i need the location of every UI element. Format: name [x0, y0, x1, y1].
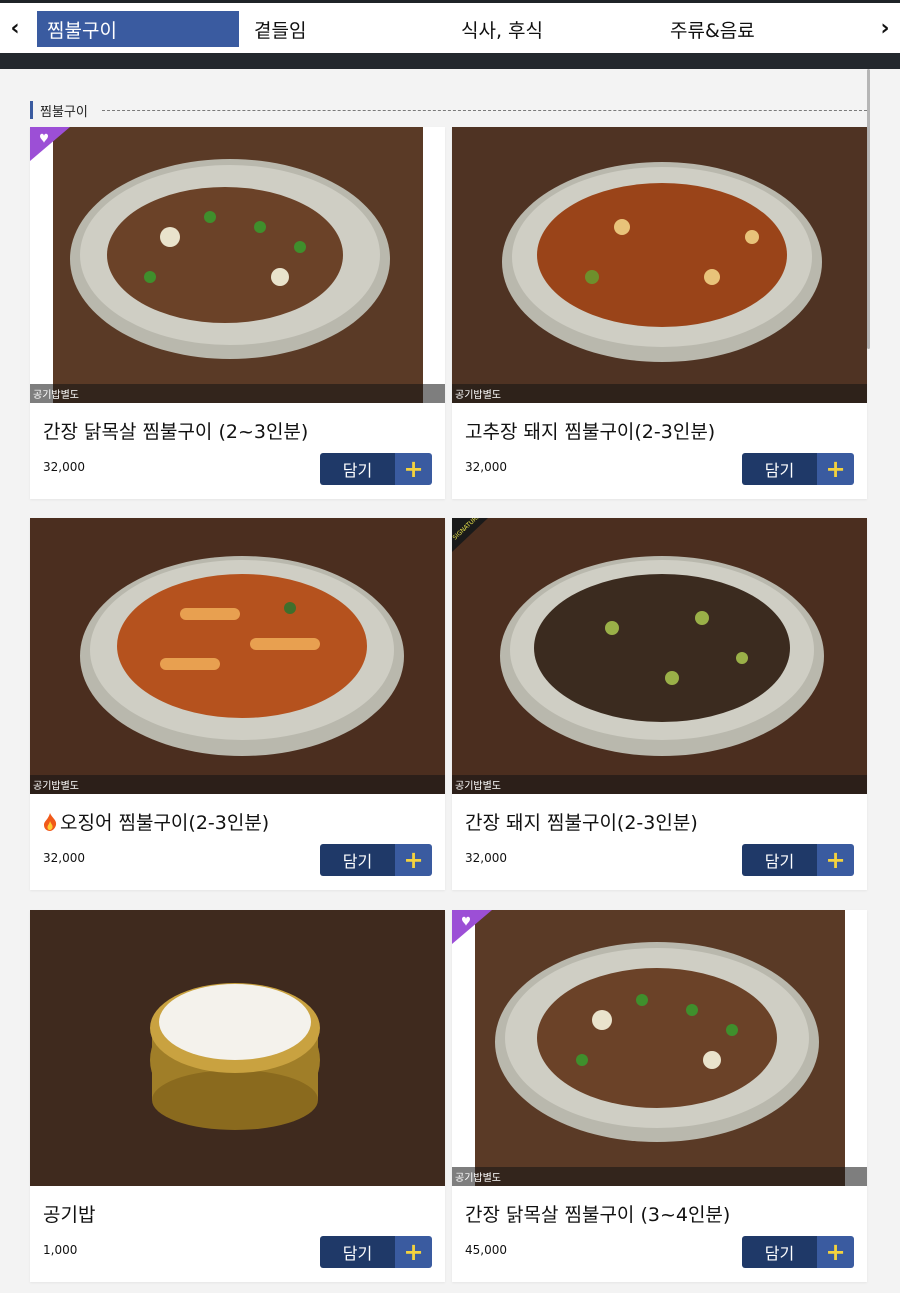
product-photo[interactable]: 공기밥별도	[452, 910, 867, 1186]
product-card[interactable]: 공기밥별도 고추장 돼지 찜불구이(2-3인분) 32,000 담기 +	[452, 127, 867, 499]
chevron-left-icon[interactable]: ‹	[0, 3, 30, 53]
heart-badge-icon	[30, 127, 70, 161]
product-card[interactable]: 공기밥별도 간장 닭목살 찜불구이 (2~3인분) 32,000 담기 +	[30, 127, 445, 499]
product-price: 32,000	[43, 460, 85, 474]
product-price: 32,000	[465, 460, 507, 474]
category-nav: ‹ 찜불구이 곁들임 식사, 후식 주류&음료 ›	[0, 3, 900, 53]
nav-divider	[0, 53, 900, 69]
photo-caption: 공기밥별도	[30, 775, 445, 794]
product-price: 1,000	[43, 1243, 78, 1257]
signature-badge: SIGNATURE	[452, 518, 488, 552]
fire-icon	[44, 813, 57, 831]
add-to-cart-button[interactable]: 담기 +	[742, 844, 854, 876]
plus-icon: +	[395, 844, 432, 876]
product-photo[interactable]: 공기밥별도	[30, 127, 445, 403]
photo-caption: 공기밥별도	[452, 1167, 867, 1186]
product-card[interactable]: 공기밥별도 간장 닭목살 찜불구이 (3~4인분) 45,000 담기 +	[452, 910, 867, 1282]
section-header: 찜불구이	[30, 101, 88, 120]
plus-icon: +	[395, 1236, 432, 1268]
product-price: 32,000	[43, 851, 85, 865]
product-name: 간장 닭목살 찜불구이 (2~3인분)	[43, 421, 309, 443]
product-photo[interactable]: 공기밥별도	[452, 127, 867, 403]
add-to-cart-button[interactable]: 담기 +	[320, 453, 432, 485]
product-photo[interactable]: 공기밥별도	[30, 518, 445, 794]
product-name: 고추장 돼지 찜불구이(2-3인분)	[465, 421, 716, 443]
tab-category-4[interactable]: 주류&음료	[670, 11, 755, 47]
add-to-cart-button[interactable]: 담기 +	[742, 1236, 854, 1268]
photo-caption: 공기밥별도	[452, 775, 867, 794]
section-marker	[30, 101, 33, 119]
add-to-cart-button[interactable]: 담기 +	[320, 844, 432, 876]
add-button-label: 담기	[320, 844, 395, 876]
product-name: 간장 닭목살 찜불구이 (3~4인분)	[465, 1204, 731, 1226]
product-price: 45,000	[465, 1243, 507, 1257]
plus-icon: +	[817, 844, 854, 876]
product-card[interactable]: 공기밥 1,000 담기 +	[30, 910, 445, 1282]
section-divider	[102, 110, 867, 111]
add-button-label: 담기	[320, 453, 395, 485]
add-button-label: 담기	[320, 1236, 395, 1268]
photo-caption: 공기밥별도	[30, 384, 445, 403]
add-button-label: 담기	[742, 1236, 817, 1268]
chevron-right-icon[interactable]: ›	[870, 3, 900, 53]
plus-icon: +	[395, 453, 432, 485]
product-name: 오징어 찜불구이(2-3인분)	[43, 808, 269, 835]
product-name: 공기밥	[43, 1204, 96, 1226]
section-title: 찜불구이	[40, 104, 88, 120]
product-price: 32,000	[465, 851, 507, 865]
product-name: 간장 돼지 찜불구이(2-3인분)	[465, 812, 698, 834]
product-name-text: 오징어 찜불구이(2-3인분)	[60, 812, 270, 834]
add-button-label: 담기	[742, 453, 817, 485]
add-to-cart-button[interactable]: 담기 +	[320, 1236, 432, 1268]
add-button-label: 담기	[742, 844, 817, 876]
photo-caption: 공기밥별도	[452, 384, 867, 403]
product-card[interactable]: 공기밥별도 오징어 찜불구이(2-3인분) 32,000 담기 +	[30, 518, 445, 890]
tab-category-1[interactable]: 찜불구이	[37, 11, 239, 47]
plus-icon: +	[817, 1236, 854, 1268]
tab-category-2[interactable]: 곁들임	[254, 11, 306, 47]
add-to-cart-button[interactable]: 담기 +	[742, 453, 854, 485]
product-photo[interactable]	[30, 910, 445, 1186]
tab-category-3[interactable]: 식사, 후식	[461, 11, 543, 47]
scrollbar[interactable]	[867, 69, 870, 349]
heart-badge-icon	[452, 910, 492, 944]
product-card[interactable]: 공기밥별도 SIGNATURE 간장 돼지 찜불구이(2-3인분) 32,000…	[452, 518, 867, 890]
plus-icon: +	[817, 453, 854, 485]
product-photo[interactable]: 공기밥별도	[452, 518, 867, 794]
